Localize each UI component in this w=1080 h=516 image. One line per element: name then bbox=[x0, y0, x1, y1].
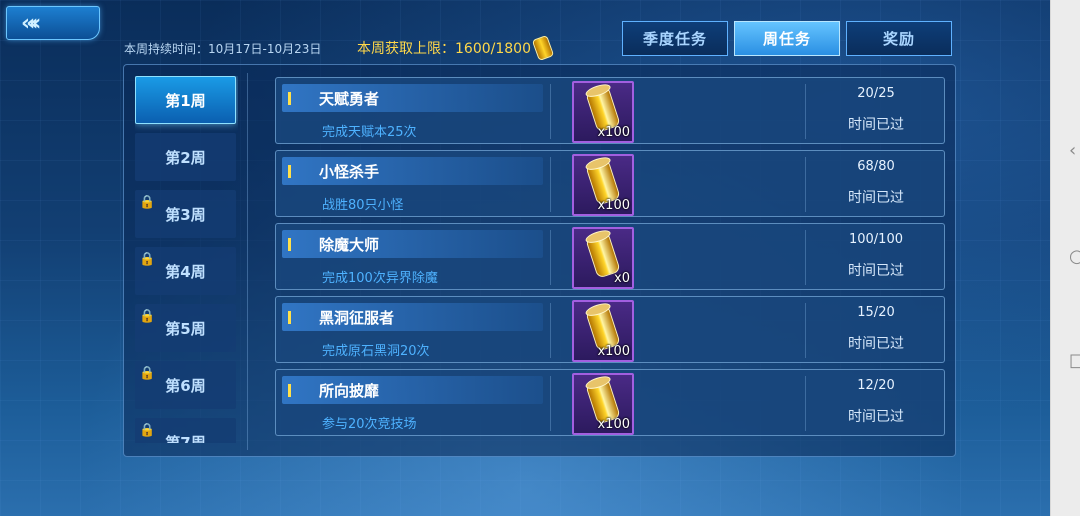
reward-slot[interactable]: x100 bbox=[572, 154, 634, 216]
week-label: 第5周 bbox=[165, 319, 206, 338]
task-row: 所向披靡 参与20次竞技场 x100 12/20 时间已过 bbox=[275, 369, 945, 436]
week-list: 第1周 第2周 🔒 第3周 🔒 第4周 🔒 第5周 🔒 第6周 🔒 第7周 bbox=[135, 76, 238, 443]
task-description: 参与20次竞技场 bbox=[322, 417, 417, 432]
panel-divider bbox=[247, 73, 248, 450]
week-label: 第7周 bbox=[165, 433, 206, 444]
week-label: 第3周 bbox=[165, 205, 206, 224]
divider bbox=[550, 303, 551, 358]
week-item-1[interactable]: 第1周 bbox=[135, 76, 236, 124]
task-progress: 12/20 bbox=[857, 378, 895, 393]
task-row: 除魔大师 完成100次异界除魔 x0 100/100 时间已过 bbox=[275, 223, 945, 290]
lock-icon: 🔒 bbox=[139, 423, 156, 438]
system-nav-bar: ‹ ○ □ bbox=[1050, 0, 1080, 516]
divider bbox=[550, 230, 551, 285]
week-item-5[interactable]: 🔒 第5周 bbox=[135, 304, 236, 352]
nav-home-icon[interactable]: ○ bbox=[1069, 246, 1080, 267]
reward-slot[interactable]: x0 bbox=[572, 227, 634, 289]
task-title: 小怪杀手 bbox=[319, 162, 380, 181]
tab-rewards[interactable]: 奖励 bbox=[846, 21, 952, 56]
task-row: 小怪杀手 战胜80只小怪 x100 68/80 时间已过 bbox=[275, 150, 945, 217]
task-description: 完成原石黑洞20次 bbox=[322, 344, 430, 359]
reward-count: x0 bbox=[614, 271, 630, 286]
task-status: 时间已过 bbox=[848, 117, 904, 133]
task-title: 所向披靡 bbox=[319, 381, 380, 400]
task-title: 黑洞征服者 bbox=[319, 308, 395, 327]
back-button[interactable]: «‹‹ bbox=[6, 6, 100, 40]
reward-count: x100 bbox=[597, 125, 630, 140]
lock-icon: 🔒 bbox=[139, 309, 156, 324]
divider bbox=[550, 84, 551, 139]
reward-count: x100 bbox=[597, 198, 630, 213]
task-progress: 68/80 bbox=[857, 159, 895, 174]
title-marker-icon bbox=[288, 310, 291, 324]
week-item-6[interactable]: 🔒 第6周 bbox=[135, 361, 236, 409]
task-status: 时间已过 bbox=[848, 409, 904, 425]
task-status: 时间已过 bbox=[848, 263, 904, 279]
task-title-bar: 除魔大师 bbox=[282, 230, 543, 258]
task-description: 战胜80只小怪 bbox=[322, 198, 404, 213]
energy-canister-icon bbox=[531, 34, 555, 62]
double-chevron-left-icon: «‹‹ bbox=[21, 10, 42, 36]
task-title-bar: 小怪杀手 bbox=[282, 157, 543, 185]
nav-back-icon[interactable]: ‹ bbox=[1069, 140, 1076, 161]
title-marker-icon bbox=[288, 237, 291, 251]
reward-slot[interactable]: x100 bbox=[572, 81, 634, 143]
week-label: 第1周 bbox=[165, 91, 206, 110]
weekly-limit: 本周获取上限：1600/1800 bbox=[357, 34, 555, 62]
task-status: 时间已过 bbox=[848, 190, 904, 206]
game-screen: «‹‹ 本周持续时间：10月17日-10月23日 本周获取上限：1600/180… bbox=[0, 0, 1050, 516]
reward-slot[interactable]: x100 bbox=[572, 373, 634, 435]
task-progress: 100/100 bbox=[848, 232, 903, 247]
divider bbox=[550, 157, 551, 212]
reward-count: x100 bbox=[597, 344, 630, 359]
task-title-bar: 天赋勇者 bbox=[282, 84, 543, 112]
tab-season-tasks[interactable]: 季度任务 bbox=[622, 21, 728, 56]
task-title: 除魔大师 bbox=[319, 235, 380, 254]
weekly-limit-text: 本周获取上限：1600/1800 bbox=[357, 41, 531, 57]
task-row: 黑洞征服者 完成原石黑洞20次 x100 15/20 时间已过 bbox=[275, 296, 945, 363]
lock-icon: 🔒 bbox=[139, 252, 156, 267]
task-progress: 20/25 bbox=[857, 86, 895, 101]
title-marker-icon bbox=[288, 164, 291, 178]
lock-icon: 🔒 bbox=[139, 366, 156, 381]
task-description: 完成100次异界除魔 bbox=[322, 271, 438, 286]
week-label: 第2周 bbox=[165, 148, 206, 167]
week-item-7[interactable]: 🔒 第7周 bbox=[135, 418, 236, 443]
week-duration-label: 本周持续时间：10月17日-10月23日 bbox=[124, 42, 322, 56]
divider bbox=[550, 376, 551, 431]
week-item-2[interactable]: 第2周 bbox=[135, 133, 236, 181]
reward-slot[interactable]: x100 bbox=[572, 300, 634, 362]
task-title-bar: 所向披靡 bbox=[282, 376, 543, 404]
task-tabs: 季度任务 周任务 奖励 bbox=[622, 21, 952, 56]
task-title-bar: 黑洞征服者 bbox=[282, 303, 543, 331]
week-item-4[interactable]: 🔒 第4周 bbox=[135, 247, 236, 295]
week-item-3[interactable]: 🔒 第3周 bbox=[135, 190, 236, 238]
tab-weekly-tasks[interactable]: 周任务 bbox=[734, 21, 840, 56]
week-label: 第4周 bbox=[165, 262, 206, 281]
title-marker-icon bbox=[288, 383, 291, 397]
week-label: 第6周 bbox=[165, 376, 206, 395]
task-title: 天赋勇者 bbox=[319, 89, 380, 108]
task-panel: 第1周 第2周 🔒 第3周 🔒 第4周 🔒 第5周 🔒 第6周 🔒 第7周 天赋… bbox=[123, 64, 956, 457]
reward-count: x100 bbox=[597, 417, 630, 432]
task-status: 时间已过 bbox=[848, 336, 904, 352]
nav-recents-icon[interactable]: □ bbox=[1069, 350, 1080, 371]
task-progress: 15/20 bbox=[857, 305, 895, 320]
lock-icon: 🔒 bbox=[139, 195, 156, 210]
task-row: 天赋勇者 完成天赋本25次 x100 20/25 时间已过 bbox=[275, 77, 945, 144]
task-description: 完成天赋本25次 bbox=[322, 125, 417, 140]
title-marker-icon bbox=[288, 91, 291, 105]
task-list[interactable]: 天赋勇者 完成天赋本25次 x100 20/25 时间已过 小怪杀手 战胜80只… bbox=[275, 77, 945, 445]
